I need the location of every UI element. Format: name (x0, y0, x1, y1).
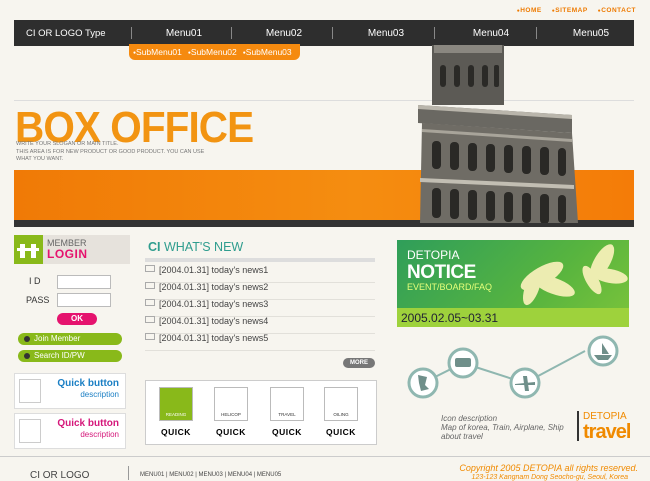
fuel-pump-icon: OILING (324, 387, 358, 421)
slogan-line: This area is for new product or good pro… (16, 148, 205, 155)
news-item[interactable]: [2004.01.31] today's news3 (145, 299, 375, 317)
travel-desc-line: about travel (441, 432, 483, 441)
ok-button[interactable]: OK (57, 313, 97, 325)
nav-divider (536, 27, 537, 39)
quick-button-thumb (19, 379, 41, 403)
news-item[interactable]: [2004.01.31] today's news1 (145, 265, 375, 283)
news-item[interactable]: [2004.01.31] today's news4 (145, 316, 375, 334)
quick-icon-caption: OILING (333, 412, 349, 417)
submenu-03[interactable]: SubMenu03 (243, 47, 292, 57)
notice-title: NOTICE (407, 262, 476, 283)
travel-route-graphic (407, 335, 619, 399)
slogan-line: what you want. (16, 156, 64, 162)
nav-logo[interactable]: CI OR LOGO Type (26, 28, 106, 39)
submenu-bar: SubMenu01 SubMenu02 SubMenu03 (129, 44, 300, 60)
nav-divider (332, 27, 333, 39)
notice-banner[interactable]: DETOPIA NOTICE EVENT/BOARD/FAQ 2005.02.0… (397, 240, 629, 327)
quick-icon-caption: HELICOP (221, 412, 241, 417)
quick-button-title: Quick button (57, 378, 119, 389)
quick-label: QUICK (216, 427, 246, 437)
nav-menu02[interactable]: Menu02 (234, 28, 334, 39)
quick-travel[interactable]: TRAVEL QUICK (270, 387, 304, 437)
top-links: HOME SITEMAP CONTACT (517, 7, 636, 14)
travel-desc-line: Icon description (441, 414, 498, 423)
airplane-icon (509, 367, 541, 399)
news-title: WHAT'S NEW (163, 240, 244, 254)
train-icon (447, 347, 479, 379)
quick-icon-bar: READING QUICK HELICOP QUICK TRAVEL QUICK… (145, 380, 377, 445)
nav-menu05[interactable]: Menu05 (541, 28, 641, 39)
id-input[interactable] (57, 275, 111, 289)
quick-button-thumb (19, 419, 41, 443)
helicopter-icon: HELICOP (214, 387, 248, 421)
ship-icon (587, 335, 619, 367)
nav-menu04[interactable]: Menu04 (441, 28, 541, 39)
news-text: [2004.01.31] today's news3 (159, 299, 269, 309)
sitemap-link[interactable]: SITEMAP (552, 7, 588, 14)
news-item[interactable]: [2004.01.31] today's news2 (145, 282, 375, 300)
taxi-icon: TRAVEL (270, 387, 304, 421)
footer-logo: CI OR LOGO (30, 470, 90, 481)
home-link[interactable]: HOME (517, 7, 542, 14)
quick-button-2[interactable]: Quick button description (14, 413, 126, 449)
submenu-01[interactable]: SubMenu01 (133, 47, 182, 57)
quick-button-1[interactable]: Quick button description (14, 373, 126, 409)
travel-word: travel (583, 421, 631, 443)
quick-label: QUICK (161, 427, 191, 437)
submenu-02[interactable]: SubMenu02 (188, 47, 237, 57)
search-id-pw-button[interactable]: Search ID/PW (18, 350, 122, 362)
news-item[interactable]: [2004.01.31] today's news5 (145, 333, 375, 351)
notice-date: 2005.02.05~03.31 (401, 311, 499, 325)
quick-button-desc: description (80, 390, 119, 399)
quick-label: QUICK (272, 427, 302, 437)
footer-menu[interactable]: MENU01 | MENU02 | MENU03 | MENU04 | MENU… (140, 472, 281, 478)
login-title: LOGIN (47, 247, 88, 261)
quick-helicopter[interactable]: HELICOP QUICK (214, 387, 248, 437)
lily-flowers-image (520, 244, 628, 306)
nav-menu03[interactable]: Menu03 (336, 28, 436, 39)
news-text: [2004.01.31] today's news4 (159, 316, 269, 326)
join-member-button[interactable]: Join Member (18, 333, 122, 345)
news-bullet-icon (145, 265, 155, 272)
news-text: [2004.01.31] today's news1 (159, 265, 269, 275)
news-bullet-icon (145, 299, 155, 306)
nav-divider (434, 27, 435, 39)
news-text: [2004.01.31] today's news2 (159, 282, 269, 292)
member-icon (14, 235, 43, 264)
pass-label: PASS (26, 295, 50, 305)
quick-button-title: Quick button (57, 418, 119, 429)
nav-divider (231, 27, 232, 39)
news-text: [2004.01.31] today's news5 (159, 333, 269, 343)
travel-brand-divider (577, 411, 579, 441)
travel-description: Icon description Map of korea, Train, Ai… (441, 414, 564, 441)
travel-desc-line: Map of korea, Train, Airplane, Ship (441, 423, 564, 432)
password-input[interactable] (57, 293, 111, 307)
book-icon: READING (159, 387, 193, 421)
news-heading: CI WHAT'S NEW (148, 240, 243, 254)
copyright-text: Copyright 2005 DETOPIA all rights reserv… (459, 463, 638, 473)
notice-subtitle: EVENT/BOARD/FAQ (407, 282, 493, 292)
quick-button-desc: description (80, 430, 119, 439)
quick-oiling[interactable]: OILING QUICK (324, 387, 358, 437)
korea-map-icon (407, 367, 439, 399)
quick-label: QUICK (326, 427, 356, 437)
news-bullet-icon (145, 316, 155, 323)
news-divider (145, 258, 375, 262)
slogan-line: Write your slogan or main title. (16, 141, 119, 147)
news-bullet-icon (145, 333, 155, 340)
id-label: I D (29, 276, 41, 286)
notice-brand: DETOPIA (407, 248, 460, 262)
footer-divider (0, 456, 650, 457)
nav-menu01[interactable]: Menu01 (134, 28, 234, 39)
hero-slogan: Write your slogan or main title. This ar… (16, 141, 204, 164)
more-button[interactable]: MORE (343, 358, 375, 368)
quick-reading[interactable]: READING QUICK (159, 387, 193, 437)
contact-link[interactable]: CONTACT (598, 7, 636, 14)
quick-icon-caption: READING (165, 412, 187, 417)
leaning-tower-image (418, 45, 578, 223)
news-ci: CI (148, 240, 161, 254)
nav-divider (131, 27, 132, 39)
news-bullet-icon (145, 282, 155, 289)
quick-icon-caption: TRAVEL (278, 412, 296, 417)
